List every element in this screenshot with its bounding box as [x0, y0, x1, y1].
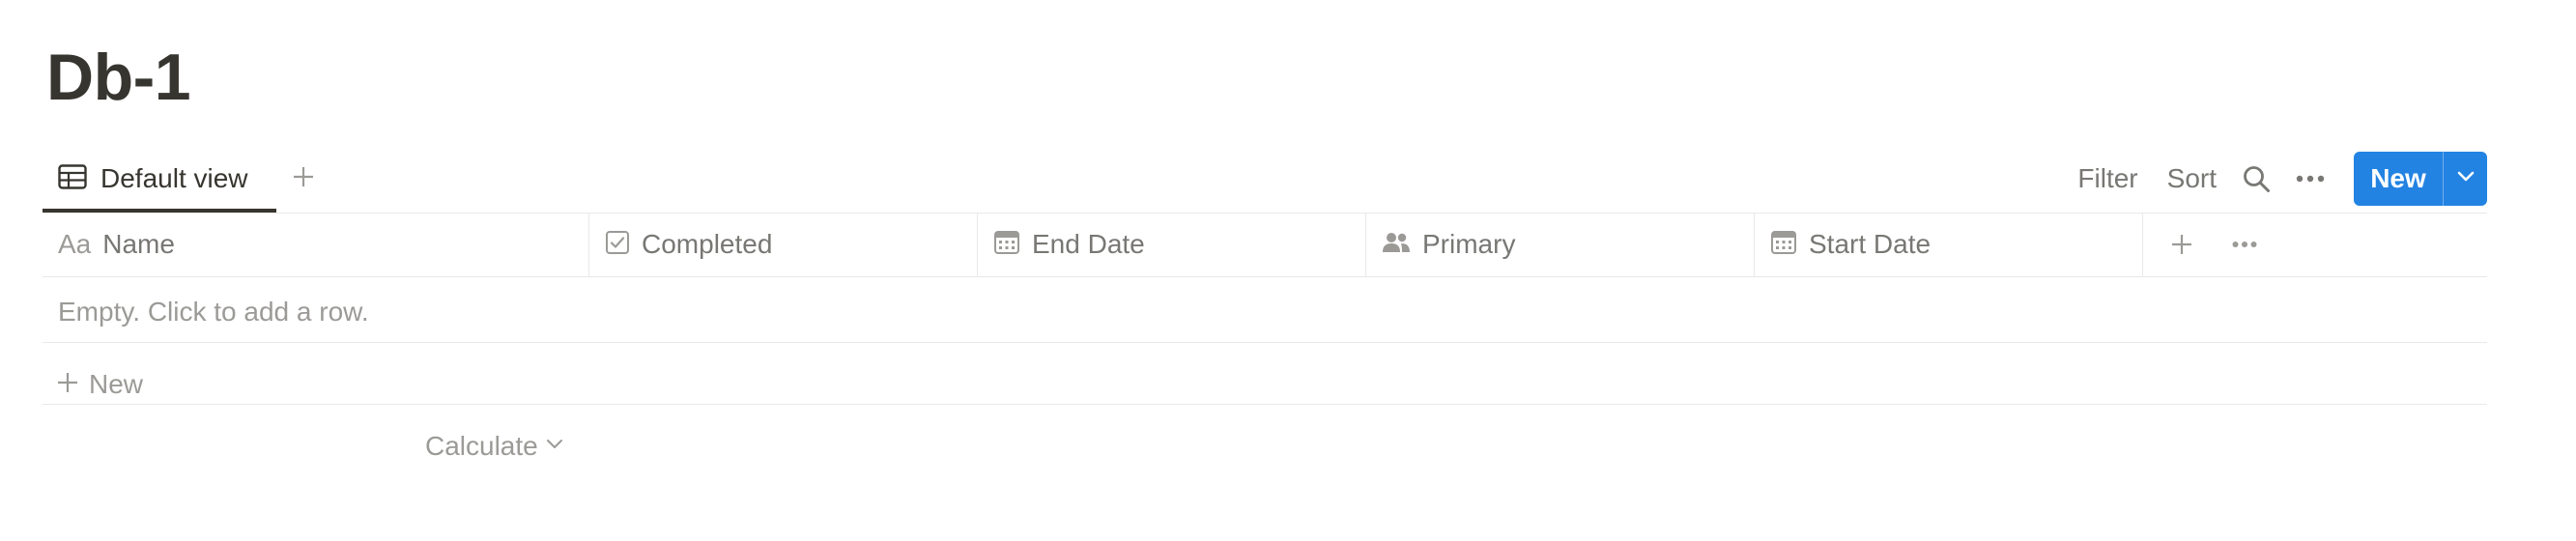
people-icon: [1382, 231, 1411, 259]
plus-icon: [291, 164, 316, 194]
search-icon[interactable]: [2242, 164, 2271, 193]
plus-icon: [56, 371, 79, 399]
footer-divider: [43, 404, 2487, 405]
column-header-primary[interactable]: Primary: [1366, 213, 1755, 276]
calculate-button[interactable]: Calculate: [425, 419, 563, 473]
checkbox-icon: [605, 230, 630, 260]
add-view-button[interactable]: [284, 159, 323, 198]
empty-table-message[interactable]: Empty. Click to add a row.: [58, 297, 369, 327]
filter-button[interactable]: Filter: [2077, 163, 2137, 194]
chevron-down-icon: [2457, 170, 2475, 187]
database-toolbar: Default view Filter Sort New: [43, 145, 2487, 213]
column-header-label: Primary: [1422, 229, 1516, 259]
column-header-end-date[interactable]: End Date: [978, 213, 1366, 276]
new-button-group: New: [2354, 152, 2487, 206]
tab-default-view[interactable]: Default view: [43, 145, 264, 213]
column-actions: [2143, 213, 2257, 276]
column-header-name[interactable]: Aa Name: [43, 213, 589, 276]
add-row-label: New: [89, 369, 144, 399]
toolbar-actions: Filter Sort New: [2048, 145, 2487, 213]
table-view-icon: [58, 163, 87, 194]
column-more-icon[interactable]: [2232, 241, 2257, 248]
database-page: Db-1 Default view Filter Sort New Aa Nam…: [0, 0, 2576, 541]
more-options-icon[interactable]: [2296, 174, 2325, 184]
calendar-icon: [1770, 230, 1797, 260]
column-header-start-date[interactable]: Start Date: [1755, 213, 2143, 276]
column-header-label: End Date: [1032, 229, 1145, 259]
text-property-icon: Aa: [58, 229, 92, 259]
add-property-icon[interactable]: [2170, 233, 2193, 256]
chevron-down-icon: [546, 438, 563, 455]
column-header-label: Start Date: [1809, 229, 1932, 259]
tab-default-view-label: Default view: [100, 163, 248, 193]
column-header-label: Completed: [642, 229, 773, 259]
column-header-label: Name: [102, 229, 175, 259]
header-bottom-divider: [43, 276, 2487, 277]
new-dropdown-button[interactable]: [2443, 152, 2487, 206]
row-divider: [43, 342, 2487, 343]
table-header-row: Aa Name Completed End Date Primary Start…: [43, 213, 2487, 276]
calendar-icon: [993, 230, 1020, 260]
page-title[interactable]: Db-1: [46, 37, 191, 118]
new-button[interactable]: New: [2354, 152, 2443, 206]
calculate-label: Calculate: [425, 431, 538, 461]
sort-button[interactable]: Sort: [2167, 163, 2217, 194]
column-header-completed[interactable]: Completed: [589, 213, 978, 276]
